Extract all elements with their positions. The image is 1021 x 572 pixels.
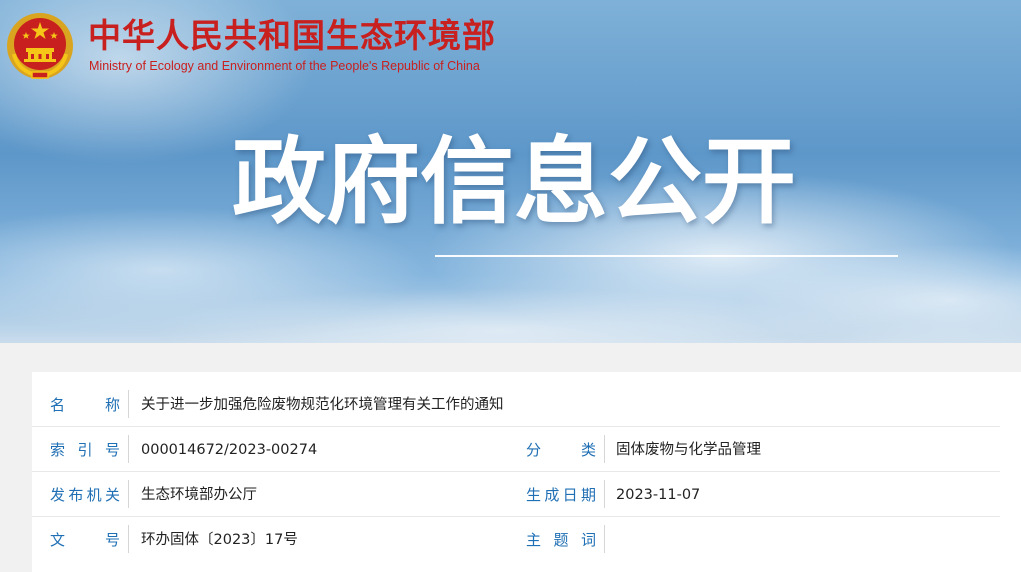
document-number-value: 环办固体〔2023〕17号 <box>141 532 298 548</box>
divider <box>604 480 605 508</box>
national-emblem-icon[interactable] <box>4 10 76 82</box>
site-name-english[interactable]: Ministry of Ecology and Environment of t… <box>89 58 480 74</box>
creation-date-value: 2023-11-07 <box>616 487 701 503</box>
divider <box>604 525 605 553</box>
info-row-name: 名 称 关于进一步加强危险废物规范化环境管理有关工作的通知 <box>32 382 1000 427</box>
category-value: 固体废物与化学品管理 <box>616 442 761 458</box>
creation-date-label: 生成日期 <box>526 486 596 504</box>
site-name-chinese[interactable]: 中华人民共和国生态环境部 <box>88 16 496 56</box>
index-number-value: 000014672/2023-00274 <box>141 442 318 458</box>
document-info-table: 名 称 关于进一步加强危险废物规范化环境管理有关工作的通知 索引号 000014… <box>32 372 1021 572</box>
issuing-agency-label: 发布机关 <box>50 486 120 504</box>
divider <box>128 390 129 418</box>
name-value: 关于进一步加强危险废物规范化环境管理有关工作的通知 <box>141 397 504 413</box>
banner-divider <box>435 255 898 257</box>
issuing-agency-value: 生态环境部办公厅 <box>141 487 257 503</box>
info-row-index: 索引号 000014672/2023-00274 分 类 固体废物与化学品管理 <box>32 427 1000 472</box>
banner-title: 政府信息公开 <box>232 128 797 237</box>
divider <box>128 435 129 463</box>
divider <box>128 480 129 508</box>
divider <box>128 525 129 553</box>
header-banner: 中华人民共和国生态环境部 Ministry of Ecology and Env… <box>0 0 1021 343</box>
index-number-label: 索引号 <box>50 441 120 459</box>
subject-terms-label: 主题词 <box>526 531 596 549</box>
document-number-label: 文 号 <box>50 531 120 549</box>
info-row-doc-number: 文 号 环办固体〔2023〕17号 主题词 <box>32 517 1000 562</box>
info-row-issuer: 发布机关 生态环境部办公厅 生成日期 2023-11-07 <box>32 472 1000 517</box>
divider <box>604 435 605 463</box>
category-label: 分 类 <box>526 441 596 459</box>
name-label: 名 称 <box>50 396 120 414</box>
